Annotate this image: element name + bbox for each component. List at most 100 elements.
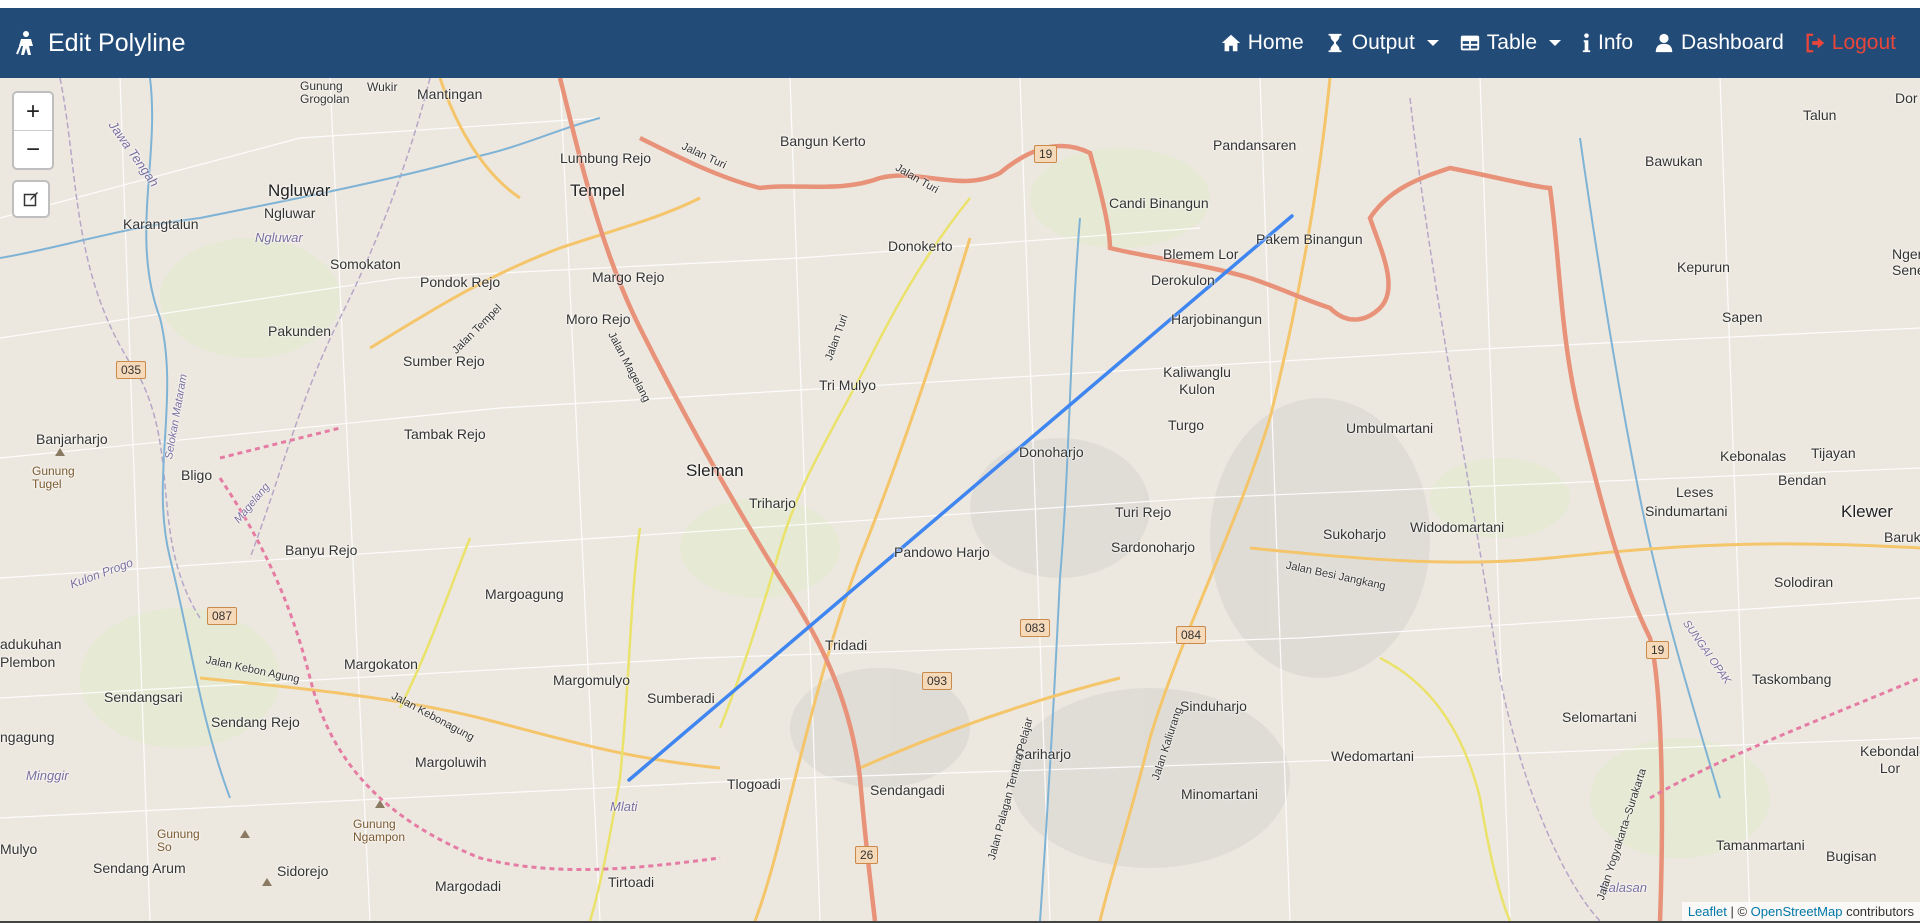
map-label-minggir: Minggir (26, 768, 69, 783)
home-icon (1221, 34, 1240, 52)
map-label-wedomartani: Wedomartani (1331, 748, 1415, 764)
map-label-widodomartani: Widodomartani (1410, 519, 1505, 535)
attribution-suffix: contributors (1842, 904, 1914, 919)
map-label-margodadi: Margodadi (435, 878, 502, 894)
chevron-down-icon (1426, 40, 1439, 46)
map-label-candi-binangun: Candi Binangun (1109, 195, 1209, 211)
map-label-somokaton: Somokaton (330, 256, 401, 272)
nav-logout[interactable]: Logout (1804, 31, 1896, 55)
map-label-mlati: Mlati (610, 799, 638, 814)
nav-dashboard-label: Dashboard (1681, 31, 1784, 54)
openstreetmap-link[interactable]: OpenStreetMap (1751, 904, 1843, 919)
nav-info[interactable]: Info (1581, 31, 1633, 55)
nav-logout-label: Logout (1831, 31, 1896, 54)
map-label-umbulmartani: Umbulmartani (1346, 420, 1434, 436)
map-label-tirtoadi: Tirtoadi (608, 874, 655, 890)
map-label-bawukan: Bawukan (1645, 153, 1703, 169)
zoom-out-button[interactable]: − (14, 131, 52, 168)
map-label-margo-rejo: Margo Rejo (592, 269, 665, 285)
map-label-tlogoadi: Tlogoadi (727, 776, 781, 792)
map-label-bendan: Bendan (1778, 472, 1827, 488)
map-label-derokulon: Derokulon (1151, 272, 1215, 288)
map-label-ngluwar: Ngluwar (264, 205, 316, 221)
map-label-gunung-ngampon: Gunung Ngampon (353, 817, 406, 844)
map-label-sendangadi: Sendangadi (870, 782, 945, 798)
map-label-sumberadi: Sumberadi (647, 690, 715, 706)
edit-icon (23, 192, 38, 207)
nav-home[interactable]: Home (1220, 31, 1304, 55)
nav-table-dropdown[interactable]: Table (1459, 31, 1561, 55)
map-label-banjarharjo: Banjarharjo (36, 431, 108, 447)
route-shield-19-east: 19 (1646, 641, 1670, 659)
route-shield-26: 26 (855, 846, 879, 864)
edit-layers-button[interactable] (12, 180, 50, 218)
nav-home-label: Home (1247, 31, 1304, 54)
map-label-sendang-arum: Sendang Arum (93, 860, 186, 876)
map-label-gunung-grogolan: Gunung Grogolan (300, 79, 350, 106)
map-label-sendang-rejo: Sendang Rejo (211, 714, 300, 730)
route-shield-035: 035 (116, 361, 147, 379)
map-label-sendangsari: Sendangsari (104, 689, 183, 705)
map-label-gunung-so: Gunung So (157, 827, 200, 854)
map-label-pakunden: Pakunden (268, 323, 332, 339)
map-view[interactable]: Gunung Grogolan Wukir Mantingan Jawa Ten… (0, 78, 1920, 921)
nav-output-label: Output (1351, 31, 1415, 54)
hourglass-icon (1328, 33, 1342, 53)
map-label-plembon: Plembon (0, 654, 56, 670)
nav-output-dropdown[interactable]: Output (1324, 31, 1439, 55)
zoom-in-button[interactable]: + (14, 93, 52, 131)
map-label-leses: Leses (1676, 484, 1714, 500)
map-label-turgo: Turgo (1168, 417, 1205, 433)
route-shield-19: 19 (1034, 145, 1058, 163)
user-icon (1655, 33, 1673, 53)
map-label-dor: Dor (1895, 90, 1918, 106)
map-label-margokaton: Margokaton (344, 656, 418, 672)
map-label-ngluwar-district: Ngluwar (268, 181, 331, 200)
map-label-mantingan: Mantingan (417, 86, 483, 102)
route-shield-087: 087 (207, 607, 238, 625)
map-label-moro-rejo: Moro Rejo (566, 311, 631, 327)
map-label-talun: Talun (1803, 107, 1837, 123)
map-label-kebonalas: Kebonalas (1720, 448, 1787, 464)
zoom-control: + − (12, 91, 54, 170)
map-label-selomartani: Selomartani (1562, 709, 1637, 725)
map-label-tri-mulyo: Tri Mulyo (819, 377, 877, 393)
window-top-strip (0, 0, 1920, 8)
route-shield-084: 084 (1176, 626, 1207, 644)
map-label-triharjo: Triharjo (749, 495, 796, 511)
brand-title: Edit Polyline (48, 28, 186, 57)
map-label-baruk: Baruk (1884, 529, 1920, 545)
surveyor-icon (16, 31, 33, 55)
map-label-sumber-rejo: Sumber Rejo (403, 353, 485, 369)
map-label-tempel: Tempel (570, 181, 625, 200)
brand[interactable]: Edit Polyline (14, 29, 186, 58)
info-icon (1582, 33, 1591, 53)
map-label-gunung-tugel: Gunung Tugel (32, 464, 75, 491)
map-label-harjobinangun: Harjobinangun (1171, 311, 1263, 327)
map-label-solodiran: Solodiran (1774, 574, 1834, 590)
nav-dashboard[interactable]: Dashboard (1653, 31, 1784, 55)
map-label-kepurun: Kepurun (1677, 259, 1730, 275)
map-label-mulyo: Mulyo (0, 841, 38, 857)
leaflet-link[interactable]: Leaflet (1688, 904, 1727, 919)
map-label-pandansaren: Pandansaren (1213, 137, 1297, 153)
map-label-sukoharjo: Sukoharjo (1323, 526, 1387, 542)
chevron-down-icon (1549, 40, 1561, 46)
map-label-karangtalun: Karangtalun (123, 216, 199, 232)
map-label-klewer: Klewer (1841, 502, 1893, 521)
map-label-tambak-rejo: Tambak Rejo (404, 426, 486, 442)
map-label-donokerto: Donokerto (888, 238, 953, 254)
attribution-separator: | © (1726, 904, 1751, 919)
map-label-bugisan: Bugisan (1826, 848, 1877, 864)
route-shield-093: 093 (922, 672, 953, 690)
map-label-sidorejo: Sidorejo (277, 863, 329, 879)
map-label-wukir: Wukir (367, 80, 398, 94)
map-label-pandowo-harjo: Pandowo Harjo (894, 544, 990, 560)
nav-info-label: Info (1598, 31, 1634, 54)
map-label-ngemplak-seneng: Ngempla Seneng (1892, 246, 1920, 278)
map-label-sardonoharjo: Sardonoharjo (1111, 539, 1196, 555)
map-label-ngluwar-italic: Ngluwar (255, 230, 303, 245)
map-label-bligo: Bligo (181, 467, 213, 483)
nav-links: Home Output Table Info Dashboard Logout (1220, 31, 1906, 55)
map-label-taskombang: Taskombang (1752, 671, 1832, 687)
